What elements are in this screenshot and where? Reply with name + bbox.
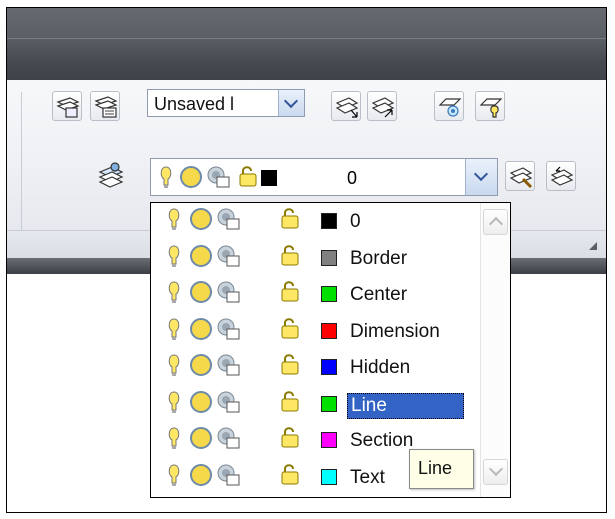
layer-state-icons — [168, 390, 299, 413]
lock-open-icon — [281, 244, 299, 265]
lightbulb-on-icon — [168, 244, 180, 267]
viewport-freeze-icon — [217, 245, 240, 266]
viewport-freeze-icon — [217, 391, 240, 412]
layer-state-value: Unsaved l — [154, 94, 235, 114]
layer-state-icons — [168, 427, 299, 449]
layer-stack-icon — [98, 162, 124, 188]
sun-thaw-icon — [190, 208, 212, 230]
layer-state-combobox[interactable]: Unsaved l — [147, 89, 305, 117]
layer-previous-icon — [371, 97, 395, 118]
lock-open-icon — [281, 354, 299, 375]
chevron-down-icon — [488, 461, 504, 477]
layer-stack-button[interactable] — [97, 160, 125, 193]
layer-walk-button[interactable] — [546, 161, 576, 191]
layer-list-item[interactable]: 0 — [151, 203, 481, 239]
lightbulb-on-icon — [168, 317, 180, 340]
match-layer-icon — [509, 167, 533, 189]
lock-open-icon — [281, 427, 299, 448]
lock-open-icon — [281, 208, 299, 229]
lock-open-icon — [281, 317, 299, 338]
layer-isolate-icon — [438, 98, 462, 117]
sun-thaw-icon — [190, 463, 212, 486]
layer-list-item[interactable]: Line — [151, 386, 481, 422]
chevron-up-icon — [488, 216, 504, 232]
layer-name: 0 — [350, 211, 361, 232]
sun-thaw-icon — [190, 317, 212, 340]
layer-properties-button[interactable] — [52, 91, 82, 121]
lightbulb-on-icon — [168, 463, 180, 486]
viewport-freeze-icon — [217, 427, 240, 449]
sun-thaw-icon — [190, 354, 212, 376]
layer-color-swatch — [321, 213, 337, 229]
layer-state-icons — [168, 463, 299, 486]
layer-color-swatch — [321, 359, 337, 375]
tooltip: Line — [409, 449, 474, 489]
layer-states-button[interactable] — [90, 91, 120, 121]
layer-list-item[interactable]: Border — [151, 240, 481, 276]
viewport-freeze-icon — [217, 318, 240, 339]
make-current-icon — [335, 97, 359, 118]
layer-name: Text — [350, 466, 385, 488]
scrollbar[interactable] — [480, 203, 510, 497]
viewport-freeze-icon — [217, 354, 240, 376]
lightbulb-on-icon — [168, 354, 180, 376]
scroll-up-button[interactable] — [483, 209, 508, 235]
layer-name: Center — [350, 284, 408, 305]
panel-launcher-icon[interactable] — [589, 242, 597, 250]
layer-list-item[interactable]: Dimension — [151, 313, 481, 349]
layer-color-swatch — [321, 395, 337, 412]
lock-open-icon — [281, 281, 299, 302]
chevron-down-icon — [473, 166, 489, 182]
lightbulb-on-icon — [168, 281, 180, 303]
lock-open-icon — [281, 463, 299, 484]
layer-list-item[interactable]: Center — [151, 276, 481, 312]
layer-state-icons — [168, 208, 299, 230]
layer-unisolate-button[interactable] — [475, 91, 505, 121]
layer-name: Section — [350, 430, 414, 451]
layer-isolate-button[interactable] — [434, 91, 464, 121]
sun-thaw-icon — [190, 427, 212, 449]
viewport-freeze-icon — [217, 281, 240, 303]
current-layer-name: 0 — [347, 168, 358, 188]
make-object-layer-current-button[interactable] — [331, 91, 361, 121]
chevron-down-icon — [283, 93, 299, 109]
layer-dropdown-button[interactable] — [465, 159, 497, 195]
viewport-freeze-icon — [217, 208, 240, 230]
layer-previous-button[interactable] — [367, 91, 397, 121]
layer-state-icons — [168, 244, 299, 267]
layer-color-swatch — [321, 286, 337, 302]
layer-color-swatch — [321, 432, 337, 448]
layer-walk-icon — [550, 166, 574, 186]
layer-name: Dimension — [350, 320, 440, 342]
viewport-freeze-icon — [217, 464, 240, 485]
layer-color-swatch — [321, 322, 337, 339]
layer-color-swatch — [321, 468, 337, 485]
layer-states-icon — [94, 96, 118, 118]
layer-name: Border — [350, 247, 408, 269]
sun-thaw-icon — [190, 281, 212, 303]
lightbulb-on-icon — [168, 390, 180, 413]
lightbulb-on-icon — [168, 208, 180, 230]
layer-state-icons — [168, 354, 299, 376]
layer-state-dropdown-button[interactable] — [278, 90, 304, 116]
lock-open-icon — [281, 390, 299, 411]
layer-state-icons — [168, 281, 299, 303]
scroll-down-button[interactable] — [483, 459, 508, 485]
current-layer-icons — [160, 166, 277, 188]
layer-name: Line — [347, 392, 464, 419]
layer-list-item[interactable]: Hidden — [151, 349, 481, 385]
layer-state-icons — [168, 317, 299, 340]
sun-thaw-icon — [190, 390, 212, 413]
layer-unisolate-icon — [479, 98, 503, 118]
title-bar — [7, 8, 606, 80]
sun-thaw-icon — [190, 244, 212, 267]
layer-color-swatch — [321, 249, 337, 266]
layer-name: Hidden — [350, 357, 411, 378]
lightbulb-on-icon — [168, 427, 180, 449]
match-layer-button[interactable] — [505, 161, 535, 191]
layer-combobox[interactable]: 0 — [150, 158, 498, 196]
layer-properties-icon — [56, 97, 80, 118]
